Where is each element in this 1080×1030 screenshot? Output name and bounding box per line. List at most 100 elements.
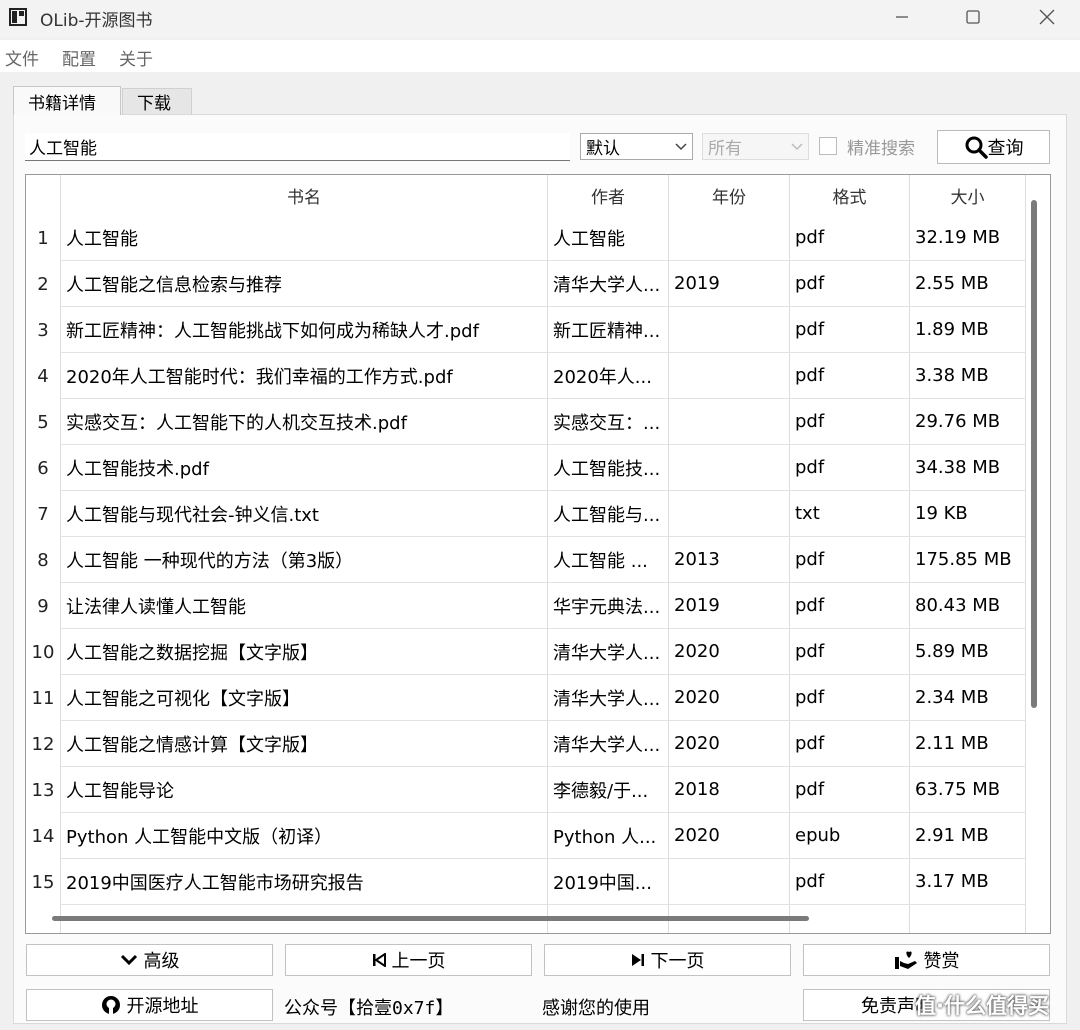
table-row[interactable]: 2 人工智能之信息检索与推荐 清华大学人... 2019 pdf 2.55 MB xyxy=(26,261,1026,307)
search-button[interactable]: 查询 xyxy=(937,130,1050,164)
cell-format: pdf xyxy=(790,583,910,629)
cell-size: 5.89 MB xyxy=(910,629,1026,675)
chevron-down-icon xyxy=(675,142,687,150)
cell-size xyxy=(910,905,1026,933)
minimize-button[interactable] xyxy=(872,0,932,34)
cell-size: 80.43 MB xyxy=(910,583,1026,629)
cell-size: 34.38 MB xyxy=(910,445,1026,491)
table-row[interactable]: 8 人工智能 一种现代的方法（第3版） 人工智能 ... 2013 pdf 175.85 … xyxy=(26,537,1026,583)
cell-format: txt xyxy=(790,491,910,537)
table-row[interactable]: 3 新工匠精神：人工智能挑战下如何成为稀缺人才.pdf 新工匠精神... pdf 1.8… xyxy=(26,307,1026,353)
table-row[interactable]: 1 人工智能 人工智能 pdf 32.19 MB xyxy=(26,215,1026,261)
table-row[interactable]: 5 实感交互：人工智能下的人机交互技术.pdf 实感交互：... pdf 29.76 M… xyxy=(26,399,1026,445)
menu-bar xyxy=(0,40,1080,72)
advanced-button[interactable]: 高级 xyxy=(26,944,273,976)
table-row[interactable]: 7 人工智能与现代社会-钟义信.txt 人工智能与... txt 19 KB xyxy=(26,491,1026,537)
cell-title: 人工智能 一种现代的方法（第3版） xyxy=(61,537,548,583)
cell-format: pdf xyxy=(790,215,910,261)
column-header-title[interactable]: 书名 xyxy=(61,175,548,215)
github-icon xyxy=(101,996,120,1014)
cell-size: 63.75 MB xyxy=(910,767,1026,813)
next-page-label: 下一页 xyxy=(650,951,705,972)
table-row[interactable]: 12 人工智能之情感计算【文字版】 清华大学人... 2020 pdf 2.11 MB xyxy=(26,721,1026,767)
cell-size: 3.17 MB xyxy=(910,859,1026,905)
table-header: 书名 作者 年份 格式 大小 xyxy=(26,175,1026,215)
cell-author: 2019中国... xyxy=(548,859,669,905)
scope-select-value: 所有 xyxy=(708,139,742,159)
exact-search-label: 精准搜索 xyxy=(847,139,915,159)
cell-title: 人工智能之数据挖掘【文字版】 xyxy=(61,629,548,675)
table-row[interactable]: 11 人工智能之可视化【文字版】 清华大学人... 2020 pdf 2.34 MB xyxy=(26,675,1026,721)
cell-author: 清华大学人... xyxy=(548,629,669,675)
menu-about[interactable]: 关于 xyxy=(119,45,153,70)
table-row[interactable]: 15 2019中国医疗人工智能市场研究报告 2019中国... pdf 3.17 MB xyxy=(26,859,1026,905)
cell-size: 29.76 MB xyxy=(910,399,1026,445)
cell-format: pdf xyxy=(790,353,910,399)
tab-book-details[interactable]: 书籍详情 xyxy=(13,86,121,115)
minimize-icon xyxy=(896,16,908,18)
maximize-button[interactable] xyxy=(943,0,1003,34)
table-row[interactable]: 10 人工智能之数据挖掘【文字版】 清华大学人... 2020 pdf 5.89 MB xyxy=(26,629,1026,675)
source-code-button[interactable]: 开源地址 xyxy=(26,989,273,1021)
menu-config[interactable]: 配置 xyxy=(62,45,96,70)
search-input[interactable] xyxy=(25,133,570,161)
cell-title: 人工智能与现代社会-钟义信.txt xyxy=(61,491,548,537)
column-header-size[interactable]: 大小 xyxy=(910,175,1026,215)
maximize-icon xyxy=(966,10,980,24)
chevron-down-icon xyxy=(120,954,137,966)
cell-author: 清华大学人... xyxy=(548,261,669,307)
menu-file[interactable]: 文件 xyxy=(5,45,39,70)
prev-page-button[interactable]: 上一页 xyxy=(285,944,532,976)
row-number: 6 xyxy=(26,445,61,491)
sort-select[interactable]: 默认 xyxy=(580,133,693,160)
cell-format: pdf xyxy=(790,445,910,491)
cell-year xyxy=(669,353,790,399)
cell-title: 人工智能之情感计算【文字版】 xyxy=(61,721,548,767)
cell-author: 人工智能技... xyxy=(548,445,669,491)
row-number: 12 xyxy=(26,721,61,767)
exact-search-checkbox[interactable] xyxy=(819,137,837,155)
row-number: 11 xyxy=(26,675,61,721)
cell-title: 2020年人工智能时代：我们幸福的工作方式.pdf xyxy=(61,353,548,399)
cell-size: 2.11 MB xyxy=(910,721,1026,767)
hand-heart-icon xyxy=(894,951,917,969)
horizontal-scrollbar[interactable] xyxy=(52,916,809,921)
column-header-format[interactable]: 格式 xyxy=(790,175,910,215)
cell-format: pdf xyxy=(790,307,910,353)
cell-author: 实感交互：... xyxy=(548,399,669,445)
cell-year xyxy=(669,859,790,905)
cell-year: 2020 xyxy=(669,629,790,675)
table-row[interactable]: 6 人工智能技术.pdf 人工智能技... pdf 34.38 MB xyxy=(26,445,1026,491)
cell-author: 清华大学人... xyxy=(548,721,669,767)
cell-year: 2018 xyxy=(669,767,790,813)
app-icon xyxy=(9,8,27,26)
table-row[interactable]: 9 让法律人读懂人工智能 华宇元典法... 2019 pdf 80.43 MB xyxy=(26,583,1026,629)
table-row[interactable]: 4 2020年人工智能时代：我们幸福的工作方式.pdf 2020年人... pdf 3.… xyxy=(26,353,1026,399)
cell-format: epub xyxy=(790,813,910,859)
tab-download[interactable]: 下载 xyxy=(122,88,192,114)
cell-year: 2019 xyxy=(669,261,790,307)
cell-format: pdf xyxy=(790,537,910,583)
thanks-text: 感谢您的使用 xyxy=(542,998,650,1019)
row-number: 7 xyxy=(26,491,61,537)
close-button[interactable] xyxy=(1017,0,1077,34)
cell-title: 人工智能之信息检索与推荐 xyxy=(61,261,548,307)
cell-year: 2013 xyxy=(669,537,790,583)
cell-year xyxy=(669,491,790,537)
cell-year xyxy=(669,399,790,445)
column-header-author[interactable]: 作者 xyxy=(548,175,669,215)
cell-size: 19 KB xyxy=(910,491,1026,537)
column-header-year[interactable]: 年份 xyxy=(669,175,790,215)
next-page-button[interactable]: 下一页 xyxy=(544,944,791,976)
close-icon xyxy=(1039,9,1055,25)
vertical-scrollbar[interactable] xyxy=(1031,200,1037,708)
chevron-down-icon xyxy=(791,142,803,150)
table-row[interactable]: 14 Python 人工智能中文版（初译） Python 人... 2020 epub 2… xyxy=(26,813,1026,859)
row-number: 13 xyxy=(26,767,61,813)
row-number: 9 xyxy=(26,583,61,629)
skip-forward-icon xyxy=(631,954,644,966)
cell-author: 华宇元典法... xyxy=(548,583,669,629)
donate-button[interactable]: 赞赏 xyxy=(803,944,1050,976)
scope-select[interactable]: 所有 xyxy=(702,133,809,160)
table-row[interactable]: 13 人工智能导论 李德毅/于... 2018 pdf 63.75 MB xyxy=(26,767,1026,813)
